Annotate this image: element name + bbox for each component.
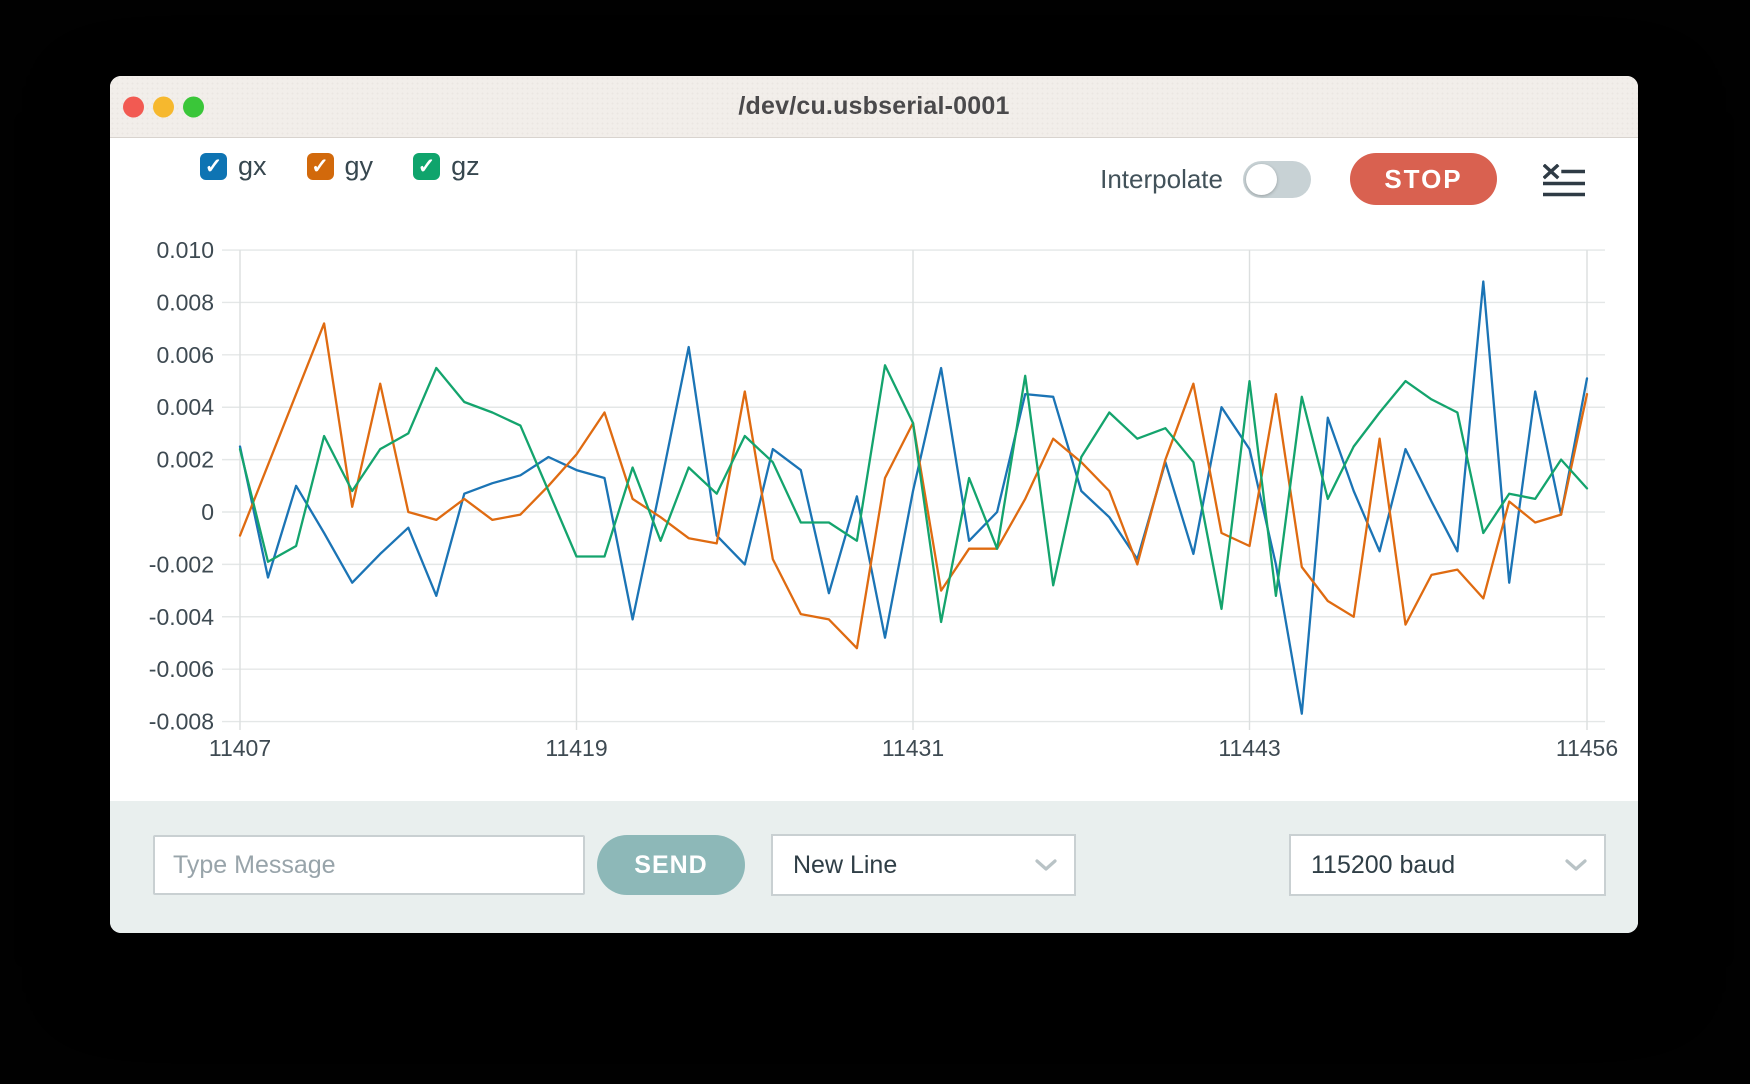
svg-text:0.004: 0.004 bbox=[156, 394, 214, 420]
svg-text:11407: 11407 bbox=[209, 735, 271, 761]
svg-text:-0.002: -0.002 bbox=[149, 551, 214, 577]
svg-text:0.006: 0.006 bbox=[156, 342, 214, 368]
line-ending-select[interactable]: New Line bbox=[771, 834, 1076, 896]
chevron-down-icon bbox=[1034, 858, 1058, 872]
minimize-window-button[interactable] bbox=[153, 96, 174, 117]
app-window: /dev/cu.usbserial-0001 ✓ gx ✓ gy ✓ gz In… bbox=[110, 76, 1638, 933]
titlebar: /dev/cu.usbserial-0001 bbox=[110, 76, 1638, 138]
series-label-gx: gx bbox=[238, 151, 267, 182]
checkbox-checked-icon[interactable]: ✓ bbox=[307, 153, 334, 180]
line-chart[interactable]: 0.010 0.008 0.006 0.004 0.002 0 -0.002 -0.004 -0… bbox=[110, 200, 1638, 801]
svg-text:-0.004: -0.004 bbox=[149, 604, 214, 630]
svg-text:-0.008: -0.008 bbox=[149, 709, 214, 735]
svg-text:0: 0 bbox=[201, 499, 214, 525]
svg-text:11456: 11456 bbox=[1556, 735, 1618, 761]
interpolate-toggle[interactable] bbox=[1243, 161, 1311, 198]
series-label-gz: gz bbox=[451, 151, 480, 182]
series-toggle-gx[interactable]: ✓ gx bbox=[200, 151, 267, 182]
series-toggle-gy[interactable]: ✓ gy bbox=[307, 151, 374, 182]
series-toggle-gz[interactable]: ✓ gz bbox=[413, 151, 480, 182]
message-input[interactable] bbox=[153, 835, 585, 895]
interpolate-label: Interpolate bbox=[1093, 164, 1223, 195]
baud-select[interactable]: 115200 baud bbox=[1289, 834, 1606, 896]
close-window-button[interactable] bbox=[123, 96, 144, 117]
series-legend: ✓ gx ✓ gy ✓ gz bbox=[200, 151, 480, 182]
chevron-down-icon bbox=[1564, 858, 1588, 872]
checkbox-checked-icon[interactable]: ✓ bbox=[200, 153, 227, 180]
clear-log-icon[interactable] bbox=[1543, 164, 1585, 198]
svg-text:0.008: 0.008 bbox=[156, 289, 214, 315]
checkbox-checked-icon[interactable]: ✓ bbox=[413, 153, 440, 180]
toggle-knob bbox=[1246, 164, 1277, 195]
send-button[interactable]: SEND bbox=[597, 835, 745, 895]
window-title: /dev/cu.usbserial-0001 bbox=[738, 92, 1009, 121]
line-ending-value: New Line bbox=[793, 851, 897, 880]
svg-text:11443: 11443 bbox=[1218, 735, 1280, 761]
svg-text:11419: 11419 bbox=[545, 735, 607, 761]
series-label-gy: gy bbox=[345, 151, 374, 182]
svg-text:11431: 11431 bbox=[882, 735, 944, 761]
svg-text:-0.006: -0.006 bbox=[149, 656, 214, 682]
traffic-lights bbox=[123, 96, 204, 117]
svg-text:0.002: 0.002 bbox=[156, 447, 214, 473]
stop-button[interactable]: STOP bbox=[1350, 153, 1497, 205]
svg-text:0.010: 0.010 bbox=[156, 237, 214, 263]
zoom-window-button[interactable] bbox=[183, 96, 204, 117]
x-list-icon bbox=[1543, 164, 1585, 198]
footer-bar: SEND New Line 115200 baud bbox=[110, 801, 1638, 933]
baud-value: 115200 baud bbox=[1311, 851, 1455, 880]
